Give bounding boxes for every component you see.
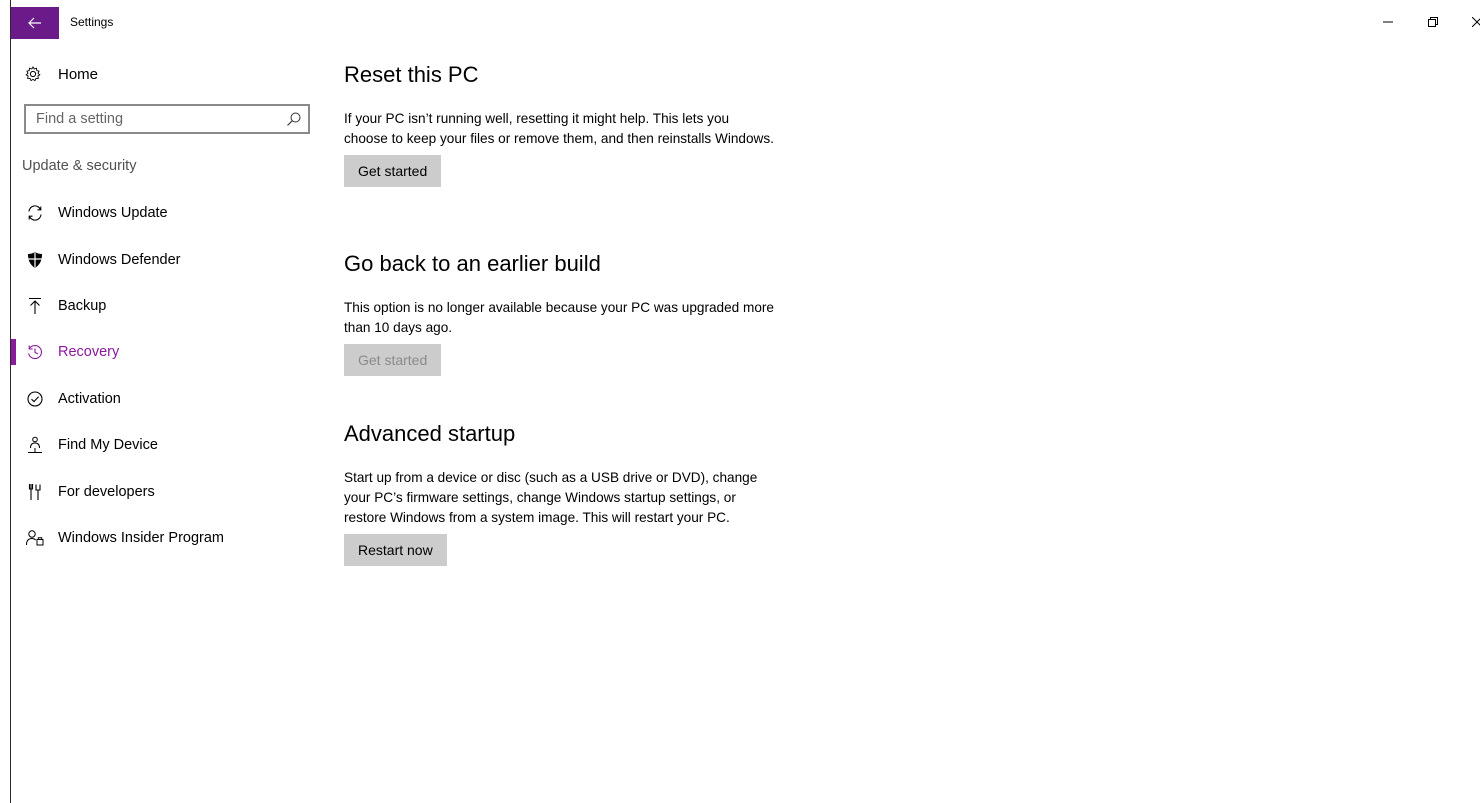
advanced-startup-section: Advanced startup Start up from a device … [344,419,784,566]
sidebar: Home Update & security Windows Update [11,46,321,803]
restore-icon [1428,17,1438,27]
search-box[interactable] [24,104,310,134]
section-description: Start up from a device or disc (such as … [344,470,758,525]
shield-icon [25,250,45,270]
nav-list: Windows Update Windows Defender Backup R… [11,190,321,561]
selection-indicator [11,525,16,551]
history-icon [25,342,45,362]
minimize-icon [1383,21,1393,23]
section-label: Update & security [22,158,137,174]
sidebar-item-label: Windows Defender [58,251,181,268]
sidebar-item-for-developers[interactable]: For developers [11,468,321,514]
home-link[interactable]: Home [25,61,98,87]
sidebar-item-label: Recovery [58,344,120,361]
sidebar-item-windows-defender[interactable]: Windows Defender [11,236,321,282]
backup-arrow-icon [25,296,45,316]
back-arrow-icon [28,17,41,29]
person-location-icon [25,435,45,455]
selection-indicator [11,200,16,226]
sidebar-item-find-my-device[interactable]: Find My Device [11,422,321,468]
sidebar-item-windows-insider-program[interactable]: Windows Insider Program [11,515,321,561]
gear-icon [25,66,41,82]
selection-indicator [11,339,16,366]
sidebar-item-backup[interactable]: Backup [11,283,321,329]
section-heading: Advanced startup [344,421,516,446]
reset-section: Reset this PC If your PC isn’t running w… [344,60,784,187]
selection-indicator [11,386,16,412]
restart-now-button[interactable]: Restart now [344,534,447,566]
sidebar-item-label: For developers [58,483,155,500]
sidebar-item-windows-update[interactable]: Windows Update [11,190,321,236]
developer-tools-icon [25,482,45,502]
sidebar-item-label: Windows Insider Program [58,529,224,546]
section-heading: Reset this PC [344,62,479,87]
insider-icon [25,528,45,548]
reset-get-started-button[interactable]: Get started [344,155,442,187]
sidebar-item-label: Activation [58,390,121,407]
sync-icon [25,203,45,223]
search-input[interactable] [26,106,276,132]
minimize-button[interactable] [1368,8,1408,36]
sidebar-item-activation[interactable]: Activation [11,376,321,422]
sidebar-item-recovery[interactable]: Recovery [11,329,321,375]
section-heading: Go back to an earlier build [344,251,601,276]
go-back-get-started-button[interactable]: Get started [344,344,442,376]
sidebar-item-label: Backup [58,297,107,314]
sidebar-item-label: Windows Update [58,205,168,222]
selection-indicator [11,478,16,504]
go-back-section: Go back to an earlier build This option … [344,249,784,376]
search-icon[interactable] [286,111,302,127]
close-icon [1472,17,1480,27]
restore-button[interactable] [1413,8,1453,36]
selection-indicator [11,432,16,458]
section-description: If your PC isn’t running well, resetting… [344,111,774,146]
title-bar: Settings [11,0,1480,46]
section-description: This option is no longer available becau… [344,300,774,335]
check-circle-icon [25,389,45,409]
sidebar-item-label: Find My Device [58,437,158,454]
back-button[interactable] [11,7,59,39]
home-label: Home [58,65,99,83]
selection-indicator [11,246,16,272]
close-button[interactable] [1457,8,1480,36]
window-title: Settings [70,15,114,29]
selection-indicator [11,293,16,319]
